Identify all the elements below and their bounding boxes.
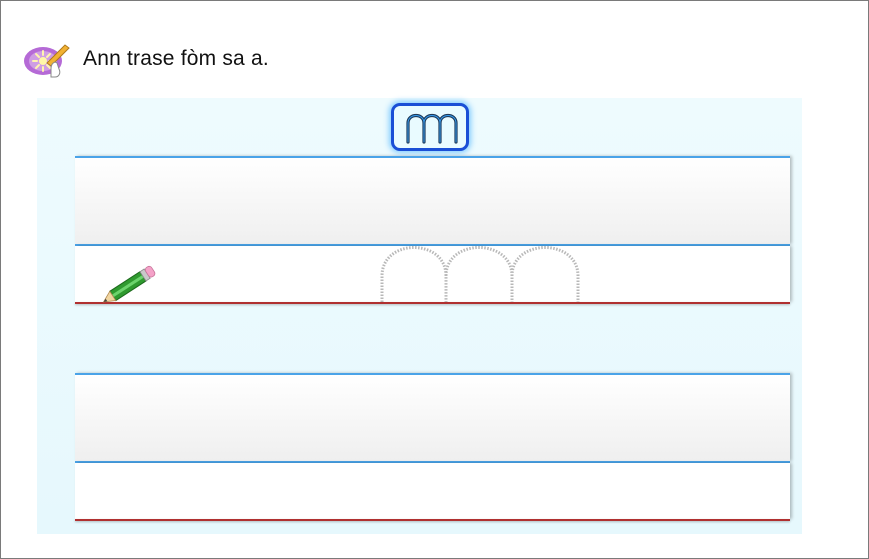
- letter-m-card[interactable]: [391, 103, 469, 151]
- base-line: [75, 519, 790, 521]
- tracing-canvas[interactable]: [37, 98, 802, 534]
- instruction-text: Ann trase fòm sa a.: [83, 47, 269, 70]
- dotted-letter-m-guide[interactable]: [380, 244, 580, 304]
- upper-writing-zone[interactable]: [75, 373, 790, 461]
- pointer-tap-icon: [24, 44, 70, 78]
- instruction-row: Ann trase fòm sa a.: [21, 39, 269, 79]
- pencil-icon[interactable]: [96, 263, 162, 309]
- letter-m-glyph: [406, 113, 458, 144]
- lower-writing-zone[interactable]: [75, 463, 790, 519]
- activity-frame: Ann trase fòm sa a.: [0, 0, 869, 559]
- upper-writing-zone[interactable]: [75, 156, 790, 244]
